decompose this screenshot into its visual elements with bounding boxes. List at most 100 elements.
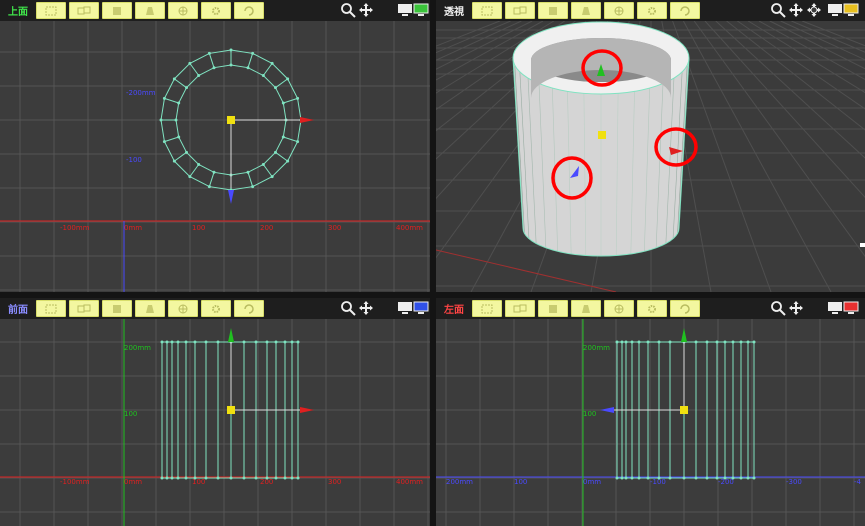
- mesh-vertex: [624, 476, 628, 480]
- mesh-vertex: [172, 159, 176, 163]
- rotate-button[interactable]: [670, 2, 700, 19]
- sphere-icon: [614, 304, 624, 313]
- mesh-vertex: [165, 340, 169, 344]
- viewport-perspective[interactable]: 透視: [436, 0, 865, 292]
- cube-icon: [113, 304, 121, 313]
- cube-button[interactable]: [538, 300, 568, 317]
- mesh-vertex: [620, 476, 624, 480]
- select-group-button[interactable]: [69, 2, 99, 19]
- cube-icon: [113, 6, 121, 15]
- select-all-icon: [481, 304, 493, 313]
- cylinder-button[interactable]: [135, 300, 165, 317]
- gear-button[interactable]: [637, 300, 667, 317]
- orbit-icon[interactable]: [806, 2, 822, 22]
- viewport-perspective-nav: [770, 2, 822, 22]
- z-tick-label: 0mm: [583, 478, 601, 486]
- viewport-left-tools: [472, 300, 703, 317]
- viewport-top-tools: [36, 2, 267, 19]
- mesh-vertex: [251, 185, 255, 189]
- gear-button[interactable]: [201, 2, 231, 19]
- mesh-vertex: [715, 476, 719, 480]
- sphere-button[interactable]: [604, 2, 634, 19]
- select-group-button[interactable]: [505, 300, 535, 317]
- mesh-vertex: [281, 135, 285, 139]
- mesh-vertex: [281, 101, 285, 105]
- viewport-left[interactable]: 200mm 100 0mm -100 -200 -300 -4 200mm 100 左面: [436, 298, 865, 526]
- mesh-vertex: [290, 340, 294, 344]
- monitor-icon[interactable]: [398, 301, 430, 316]
- gear-button[interactable]: [201, 300, 231, 317]
- cylinder-button[interactable]: [571, 2, 601, 19]
- cylinder-button[interactable]: [571, 300, 601, 317]
- mesh-vertex: [296, 140, 300, 144]
- pan-icon[interactable]: [358, 300, 374, 320]
- zoom-icon[interactable]: [770, 2, 786, 22]
- mesh-vertex: [172, 77, 176, 81]
- rotate-button[interactable]: [670, 300, 700, 317]
- rotate-icon: [244, 303, 254, 314]
- mesh-vertex: [283, 340, 287, 344]
- mesh-vertex: [668, 476, 672, 480]
- viewport-front[interactable]: -100mm 0mm 100 200 300 400mm 200mm 100 前面: [0, 298, 430, 526]
- zoom-icon[interactable]: [340, 300, 356, 320]
- gizmo-center-handle: [227, 406, 235, 414]
- select-all-button[interactable]: [472, 300, 502, 317]
- mesh-vertex: [624, 340, 628, 344]
- sphere-button[interactable]: [168, 300, 198, 317]
- viewport-perspective-label: 透視: [444, 7, 464, 18]
- cube-button[interactable]: [538, 2, 568, 19]
- cube-button[interactable]: [102, 300, 132, 317]
- cube-button[interactable]: [102, 2, 132, 19]
- pan-icon[interactable]: [788, 300, 804, 320]
- mesh-vertex: [162, 96, 166, 100]
- x-tick-label: 300: [328, 478, 341, 486]
- rotate-icon: [680, 5, 690, 16]
- mesh-vertex: [694, 476, 698, 480]
- mesh-vertex: [212, 170, 216, 174]
- viewport-front-label: 前面: [8, 305, 28, 316]
- mesh-vertex: [184, 340, 188, 344]
- mesh-vertex: [265, 476, 269, 480]
- mesh-vertex: [752, 476, 756, 480]
- select-all-button[interactable]: [36, 300, 66, 317]
- sphere-button[interactable]: [168, 2, 198, 19]
- gear-button[interactable]: [637, 2, 667, 19]
- viewport-front-nav: [340, 300, 374, 320]
- mesh-vertex: [615, 340, 619, 344]
- select-all-button[interactable]: [36, 2, 66, 19]
- mesh-vertex: [229, 476, 233, 480]
- rotate-button[interactable]: [234, 2, 264, 19]
- viewport-top-nav: [340, 2, 374, 22]
- viewport-top[interactable]: -100mm 0mm 100 200 300 400mm -200mm -100 上面: [0, 0, 430, 292]
- mesh-vertex: [620, 340, 624, 344]
- monitor-icon[interactable]: [828, 301, 860, 316]
- mesh-vertex: [197, 74, 201, 78]
- cylinder-icon: [146, 6, 154, 15]
- zoom-icon[interactable]: [770, 300, 786, 320]
- mesh-vertex: [229, 48, 233, 52]
- cylinder-button[interactable]: [135, 2, 165, 19]
- z-tick-label: -200: [718, 478, 734, 486]
- select-group-button[interactable]: [505, 2, 535, 19]
- select-all-button[interactable]: [472, 2, 502, 19]
- viewport-left-grid: 200mm 100 0mm -100 -200 -300 -4 200mm 100: [436, 298, 865, 526]
- gear-icon: [212, 6, 220, 15]
- sphere-button[interactable]: [604, 300, 634, 317]
- x-tick-label: -100mm: [60, 478, 90, 486]
- pan-icon[interactable]: [788, 2, 804, 22]
- monitor-icon[interactable]: [398, 3, 430, 18]
- mesh-vertex: [185, 150, 189, 154]
- mesh-vertex: [739, 340, 743, 344]
- rotate-button[interactable]: [234, 300, 264, 317]
- mesh-vertex: [630, 340, 634, 344]
- mesh-vertex: [274, 340, 278, 344]
- mesh-vertex: [286, 77, 290, 81]
- mesh-vertex: [246, 170, 250, 174]
- monitor-icon[interactable]: [828, 3, 860, 18]
- select-group-button[interactable]: [69, 300, 99, 317]
- mesh-vertex: [170, 340, 174, 344]
- zoom-icon[interactable]: [340, 2, 356, 22]
- mesh-vertex: [296, 96, 300, 100]
- viewport-top-toolbar: 上面: [0, 0, 430, 21]
- pan-icon[interactable]: [358, 2, 374, 22]
